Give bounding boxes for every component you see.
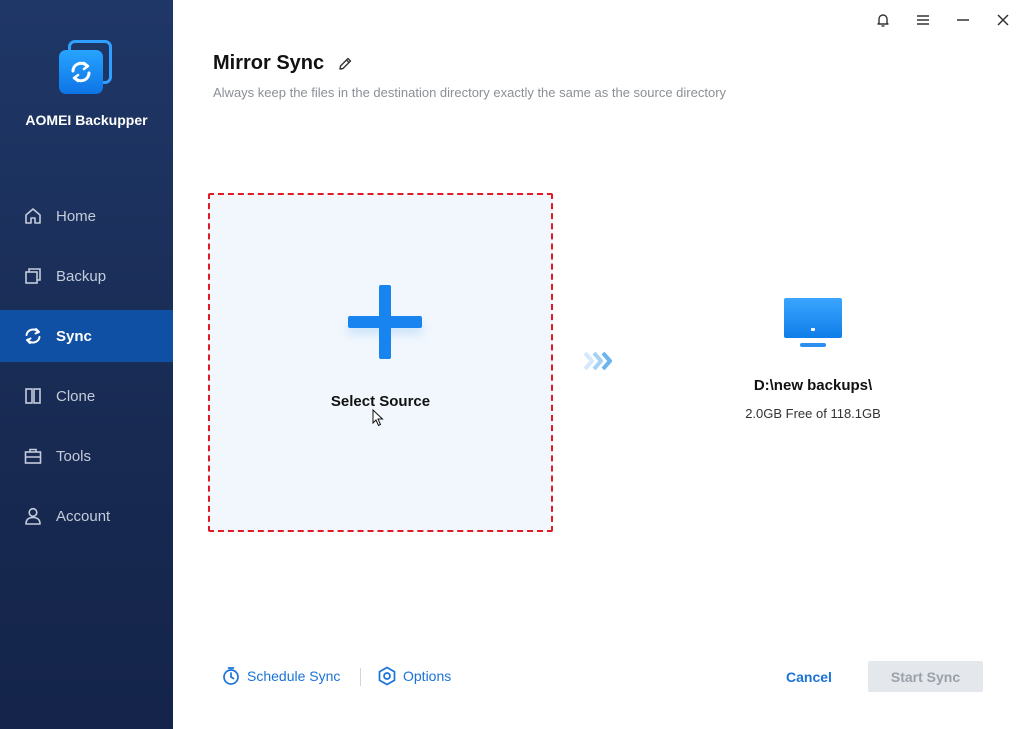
clock-icon — [221, 666, 241, 686]
sidebar-item-account[interactable]: Account — [0, 490, 173, 542]
select-source-label: Select Source — [330, 393, 431, 410]
options-button[interactable]: Options — [377, 666, 451, 686]
options-label: Options — [403, 668, 452, 684]
monitor-icon — [781, 295, 845, 351]
destination-target[interactable]: D:\new backups\ 2.0GB Free of 118.1GB — [708, 295, 918, 421]
sidebar-item-label: Sync — [56, 327, 92, 345]
sidebar-item-label: Tools — [56, 447, 92, 465]
sidebar-item-label: Clone — [56, 387, 96, 405]
account-icon — [22, 505, 44, 527]
start-sync-button[interactable]: Start Sync — [868, 661, 983, 692]
settings-hex-icon — [377, 666, 397, 686]
tools-icon — [22, 445, 44, 467]
page-title: Mirror Sync — [213, 52, 325, 74]
bell-icon[interactable] — [863, 6, 903, 34]
backup-icon — [22, 265, 44, 287]
cancel-button[interactable]: Cancel — [769, 669, 849, 685]
plus-icon — [348, 285, 422, 359]
destination-path: D:\new backups\ — [753, 377, 873, 394]
window-controls — [863, 6, 1023, 34]
menu-icon[interactable] — [903, 6, 943, 34]
page-subtitle: Always keep the files in the destination… — [213, 85, 727, 100]
select-source-box[interactable]: Select Source — [208, 193, 553, 532]
sync-direction-arrows-icon — [582, 350, 616, 372]
footer-divider — [360, 668, 361, 686]
mouse-cursor-icon — [372, 408, 384, 432]
app-name: AOMEI Backupper — [25, 112, 148, 128]
sidebar-item-clone[interactable]: Clone — [0, 370, 173, 422]
sync-icon — [22, 325, 44, 347]
sidebar-item-home[interactable]: Home — [0, 190, 173, 242]
sidebar-item-label: Account — [56, 507, 111, 525]
app-logo-icon — [56, 36, 118, 98]
schedule-sync-button[interactable]: Schedule Sync — [221, 666, 340, 686]
sidebar-item-backup[interactable]: Backup — [0, 250, 173, 302]
title-row: Mirror Sync — [213, 52, 354, 75]
sidebar-item-sync[interactable]: Sync — [0, 310, 173, 362]
sidebar-item-tools[interactable]: Tools — [0, 430, 173, 482]
sidebar: AOMEI Backupper Home Backup Sync Clone T… — [0, 0, 173, 729]
clone-icon — [22, 385, 44, 407]
app-logo-area: AOMEI Backupper — [0, 36, 173, 128]
home-icon — [22, 205, 44, 227]
minimize-icon[interactable] — [943, 6, 983, 34]
edit-pencil-icon[interactable] — [336, 55, 354, 73]
close-icon[interactable] — [983, 6, 1023, 34]
destination-free-space: 2.0GB Free of 118.1GB — [745, 406, 881, 421]
schedule-sync-label: Schedule Sync — [247, 668, 341, 684]
sidebar-item-label: Backup — [56, 267, 107, 285]
sidebar-nav: Home Backup Sync Clone Tools Account — [0, 190, 173, 550]
sidebar-item-label: Home — [56, 207, 97, 225]
